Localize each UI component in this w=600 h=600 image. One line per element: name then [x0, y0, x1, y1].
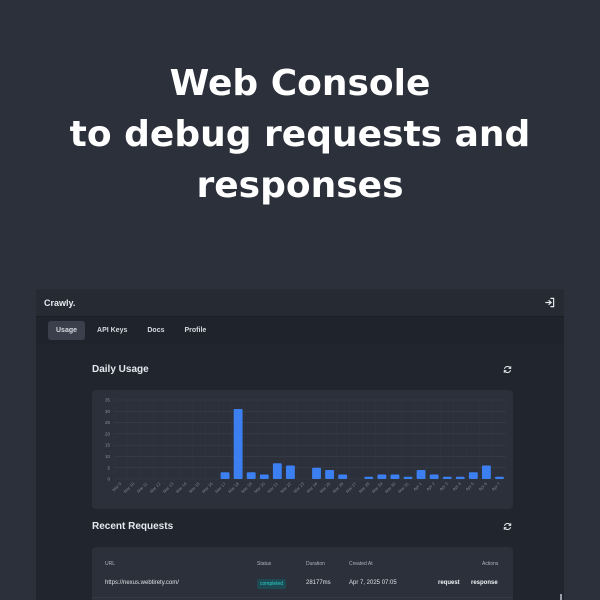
logout-icon[interactable] [542, 296, 556, 310]
x-tick-label: Mar 9 [111, 481, 123, 493]
view-request-link[interactable]: request [438, 580, 460, 586]
column-header-url: URL [105, 561, 116, 567]
x-tick-label: Apr 5 [464, 481, 475, 492]
refresh-icon[interactable] [502, 365, 512, 375]
column-header-actions: Actions [482, 561, 499, 567]
x-tick-label: Mar 31 [397, 481, 410, 494]
chart-bar [429, 474, 439, 479]
y-tick-label: 0 [107, 477, 110, 482]
x-tick-label: Apr 7 [491, 481, 502, 492]
chart-bar [390, 474, 400, 479]
x-tick-label: Mar 20 [253, 481, 266, 494]
chart-bar [416, 469, 426, 479]
chart-bar [233, 409, 243, 479]
x-tick-label: Apr 4 [451, 481, 462, 492]
x-tick-label: Mar 27 [345, 481, 358, 494]
x-tick-label: Apr 2 [425, 481, 436, 492]
chart-bar [338, 474, 348, 479]
daily-usage-title: Daily Usage [92, 364, 149, 375]
chart-bar [495, 476, 504, 479]
daily-usage-header: Daily Usage [92, 364, 512, 375]
chart-bar [377, 474, 387, 479]
view-response-link[interactable]: response [471, 580, 498, 586]
chart-bar [403, 476, 413, 479]
request-duration: 28177ms [306, 580, 331, 586]
chart-bar [442, 476, 452, 479]
column-header-duration: Duration [306, 561, 325, 567]
request-created-at: Apr 7, 2025 07:05 [349, 580, 397, 586]
x-tick-label: Mar 13 [162, 481, 175, 494]
x-tick-label: Mar 17 [214, 481, 227, 494]
web-console-window: Crawly. Usage API Keys Docs Profile Dail… [36, 289, 564, 600]
refresh-icon[interactable] [502, 522, 512, 532]
chart-bar [285, 465, 295, 479]
chart-bar [259, 474, 269, 479]
daily-usage-chart: 0 5 10 15 20 25 30 35 Mar 9 Mar 10 Mar 11 Mar 12 Mar… [92, 390, 513, 509]
tab-api-keys[interactable]: API Keys [89, 321, 135, 340]
headline-line-2: to debug requests and [69, 114, 531, 155]
headline-line-3: responses [196, 165, 404, 206]
chart-bar [364, 476, 374, 479]
y-tick-label: 10 [105, 454, 111, 459]
top-bar: Crawly. [36, 289, 564, 317]
request-url[interactable]: https://nexus.webtirety.com/ [105, 580, 179, 586]
tab-docs[interactable]: Docs [139, 321, 172, 340]
y-tick-label: 20 [105, 431, 111, 436]
x-tick-label: Mar 26 [332, 481, 345, 494]
x-tick-label: Mar 10 [123, 481, 136, 494]
chart-bar [468, 472, 478, 479]
x-tick-label: Mar 24 [305, 481, 318, 494]
y-tick-label: 15 [105, 443, 111, 448]
x-tick-label: Mar 18 [227, 481, 240, 494]
scrollbar-thumb[interactable] [560, 594, 562, 600]
headline-line-1: Web Console [169, 63, 431, 104]
recent-requests-title: Recent Requests [92, 521, 174, 532]
chart-bar [325, 469, 335, 479]
main-content: Daily Usage 0 5 10 15 20 25 30 35 Mar 9 Mar 10 Mar… [36, 344, 564, 600]
status-badge: completed [257, 579, 287, 589]
recent-requests-table: URL Status Duration Created At Actions h… [92, 547, 513, 600]
x-tick-label: Mar 25 [319, 481, 332, 494]
chart-bar [455, 476, 465, 479]
x-tick-label: Mar 16 [201, 481, 214, 494]
y-tick-label: 30 [105, 409, 111, 414]
chart-bar [246, 472, 256, 479]
y-tick-label: 25 [105, 420, 111, 425]
chart-bar [312, 467, 321, 479]
recent-requests-header: Recent Requests [92, 521, 512, 532]
x-tick-label: Mar 14 [175, 481, 188, 494]
tab-profile[interactable]: Profile [177, 321, 215, 340]
x-tick-label: Mar 29 [371, 481, 384, 494]
headline: Web Console to debug requests and respon… [0, 58, 600, 211]
x-tick-label: Mar 23 [292, 481, 305, 494]
brand-logo: Crawly. [44, 297, 76, 308]
column-header-status: Status [257, 561, 272, 567]
x-tick-label: Mar 11 [136, 481, 149, 494]
x-tick-label: Mar 19 [240, 481, 253, 494]
x-tick-label: Apr 6 [477, 481, 488, 492]
x-tick-label: Apr 1 [412, 481, 423, 492]
column-header-created: Created At [349, 561, 373, 567]
chart-bar [272, 463, 282, 479]
chart-bar [220, 472, 230, 479]
x-tick-label: Apr 3 [438, 481, 449, 492]
x-tick-label: Mar 30 [384, 481, 397, 494]
row-divider [92, 597, 513, 598]
tab-usage[interactable]: Usage [48, 321, 86, 340]
x-tick-label: Mar 12 [149, 481, 162, 494]
y-tick-label: 5 [107, 465, 110, 470]
y-tick-label: 35 [105, 398, 111, 403]
x-tick-label: Mar 28 [358, 481, 371, 494]
x-tick-label: Mar 21 [266, 481, 279, 494]
usage-bar-chart: 05101520253035Mar 9 Mar 10 Mar 11 Mar 12 Mar… [105, 398, 507, 494]
x-tick-label: Mar 22 [279, 481, 292, 494]
chart-bar [481, 465, 491, 479]
x-tick-label: Mar 15 [188, 481, 201, 494]
